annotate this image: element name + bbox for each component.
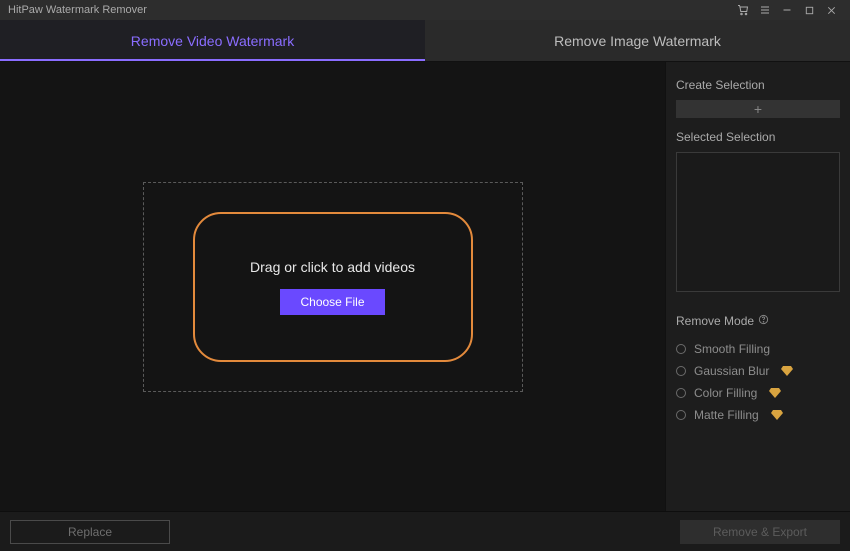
work-area: Drag or click to add videos Choose File (0, 62, 665, 511)
help-icon[interactable] (758, 314, 769, 328)
mode-gaussian-blur[interactable]: Gaussian Blur (676, 364, 840, 378)
radio-icon (676, 344, 686, 354)
main-body: Drag or click to add videos Choose File … (0, 62, 850, 511)
drop-zone[interactable]: Drag or click to add videos Choose File (143, 182, 523, 392)
mode-smooth-filling[interactable]: Smooth Filling (676, 342, 840, 356)
close-icon[interactable] (820, 1, 842, 19)
remove-export-button[interactable]: Remove & Export (680, 520, 840, 544)
radio-icon (676, 410, 686, 420)
remove-mode-label: Remove Mode (676, 314, 754, 328)
tabs: Remove Video Watermark Remove Image Wate… (0, 20, 850, 62)
premium-icon (781, 366, 793, 376)
minimize-icon[interactable] (776, 1, 798, 19)
footer: Replace Remove & Export (0, 511, 850, 551)
mode-color-filling[interactable]: Color Filling (676, 386, 840, 400)
remove-mode-header: Remove Mode (676, 314, 840, 328)
premium-icon (771, 410, 783, 420)
create-selection-label: Create Selection (676, 78, 840, 92)
plus-icon: + (754, 102, 762, 116)
app-title: HitPaw Watermark Remover (8, 4, 732, 16)
maximize-icon[interactable] (798, 1, 820, 19)
cart-icon[interactable] (732, 1, 754, 19)
drop-inner: Drag or click to add videos Choose File (193, 212, 473, 362)
radio-icon (676, 388, 686, 398)
mode-label: Matte Filling (694, 408, 759, 422)
selection-preview-box (676, 152, 840, 292)
tab-image-label: Remove Image Watermark (554, 33, 721, 49)
drop-text: Drag or click to add videos (250, 259, 415, 275)
title-bar: HitPaw Watermark Remover (0, 0, 850, 20)
selected-selection-label: Selected Selection (676, 130, 840, 144)
mode-label: Smooth Filling (694, 342, 770, 356)
radio-icon (676, 366, 686, 376)
mode-matte-filling[interactable]: Matte Filling (676, 408, 840, 422)
mode-label: Color Filling (694, 386, 757, 400)
tab-video[interactable]: Remove Video Watermark (0, 20, 425, 61)
choose-file-button[interactable]: Choose File (280, 289, 384, 315)
sidebar: Create Selection + Selected Selection Re… (665, 62, 850, 511)
menu-icon[interactable] (754, 1, 776, 19)
mode-label: Gaussian Blur (694, 364, 769, 378)
replace-button[interactable]: Replace (10, 520, 170, 544)
premium-icon (769, 388, 781, 398)
add-selection-button[interactable]: + (676, 100, 840, 118)
tab-image[interactable]: Remove Image Watermark (425, 20, 850, 61)
tab-video-label: Remove Video Watermark (131, 33, 294, 49)
mode-list: Smooth Filling Gaussian Blur Color Filli… (676, 342, 840, 422)
